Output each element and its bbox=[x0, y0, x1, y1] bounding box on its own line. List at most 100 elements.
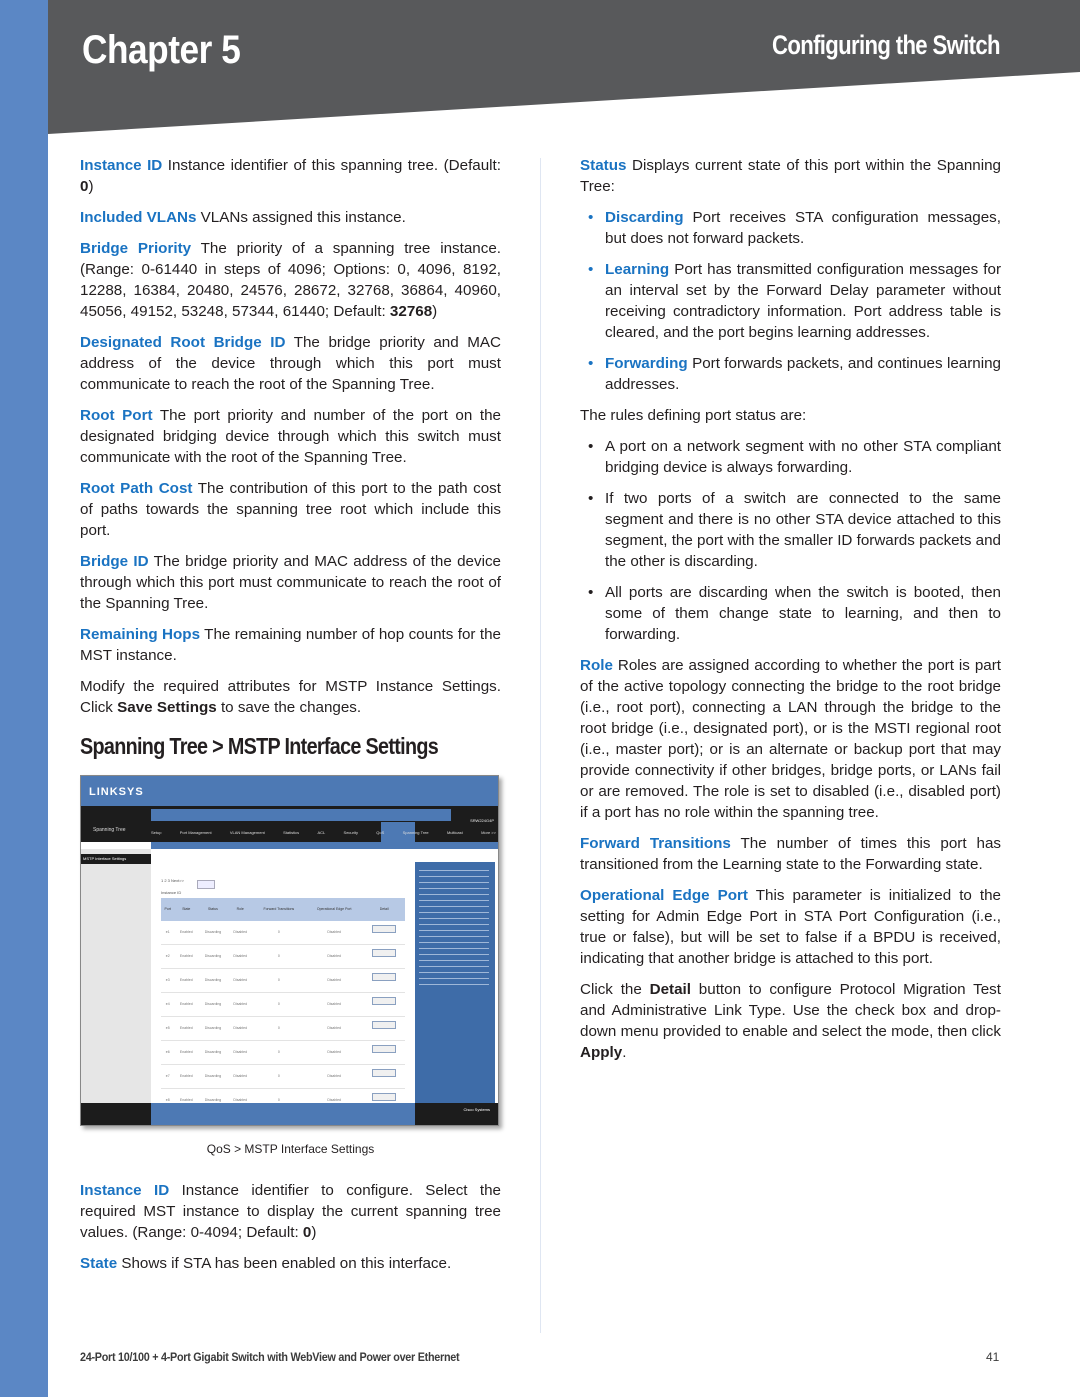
shot-col-role: Role bbox=[227, 898, 253, 921]
shot-tab-more: More >> bbox=[481, 830, 496, 835]
shot-cell: Disabled bbox=[227, 1040, 253, 1065]
shot-cell bbox=[363, 968, 405, 993]
shot-cell: e1 bbox=[161, 921, 175, 945]
shot-cell: 0 bbox=[252, 968, 305, 993]
shot-cell: Enabled bbox=[174, 1064, 199, 1089]
shot-cell: e4 bbox=[161, 992, 175, 1017]
shot-cell: Enabled bbox=[174, 921, 199, 945]
shot-cell: 0 bbox=[252, 1064, 305, 1089]
shot-subnav bbox=[151, 842, 498, 849]
mstp-interface-screenshot-figure: LINKSYSA Division of Cisco Systems, Inc.… bbox=[78, 773, 503, 1129]
shot-cell: Disabled bbox=[304, 992, 364, 1017]
shot-cell bbox=[363, 1040, 405, 1065]
help-text-line bbox=[419, 912, 489, 913]
shot-bottom-blue bbox=[151, 1103, 415, 1125]
shot-detail-button bbox=[372, 1069, 397, 1077]
shot-cell: Enabled bbox=[174, 1016, 199, 1041]
page-number: 41 bbox=[986, 1350, 1000, 1364]
term-label: Included VLANs bbox=[80, 209, 197, 226]
rule-item: • A port on a network segment with no oth… bbox=[580, 436, 1001, 478]
definition-instance-id: Instance ID Instance identifier to confi… bbox=[80, 1182, 502, 1241]
term-label: Role bbox=[580, 657, 613, 674]
status-list: • Discarding Port receives STA configurat… bbox=[580, 207, 1001, 395]
shot-col-forward-transitions: Forward Transitions bbox=[252, 898, 305, 921]
shot-detail-button bbox=[372, 925, 397, 933]
shot-sidebar-button: MSTP Interface Settings bbox=[81, 854, 151, 864]
help-text-line bbox=[419, 930, 489, 931]
shot-tabs: Setup Port Management VLAN Management Stati… bbox=[151, 825, 496, 840]
help-text-line bbox=[419, 936, 489, 937]
help-text-line bbox=[419, 900, 489, 901]
bullet-icon: • bbox=[588, 490, 594, 507]
shot-cell: Disabled bbox=[304, 944, 364, 969]
section-title: Configuring the Switch bbox=[772, 30, 1001, 60]
shot-cell: 0 bbox=[252, 921, 305, 945]
definition-included-vlans: Included VLANs VLANs assigned this insta… bbox=[80, 207, 501, 228]
default-value: 32768 bbox=[389, 303, 433, 320]
rule-text: If two ports of a switch are connected t… bbox=[605, 490, 1001, 570]
shot-table-row: e4 Enabled Discarding Disabled 0 Disabled bbox=[161, 992, 405, 1017]
definition-forward-transitions: Forward Transitions The number of times … bbox=[580, 833, 1001, 875]
shot-cell: Enabled bbox=[174, 944, 199, 969]
footer-product-name: 24-Port 10/100 + 4-Port Gigabit Switch w… bbox=[80, 1350, 460, 1364]
rules-intro: The rules defining port status are: bbox=[580, 407, 807, 424]
help-text-line bbox=[419, 894, 489, 895]
shot-tab-vlan-management: VLAN Management bbox=[229, 830, 265, 835]
definition-bridge-priority: Bridge Priority The priority of a spanni… bbox=[80, 240, 501, 320]
shot-tab-setup: Setup bbox=[151, 830, 162, 835]
shot-cell: Disabled bbox=[304, 1040, 364, 1065]
rules-list: • A port on a network segment with no oth… bbox=[580, 436, 1001, 645]
shot-cell: 0 bbox=[252, 1040, 305, 1065]
term-label: Root Port bbox=[80, 407, 153, 424]
embedded-screenshot: LINKSYSA Division of Cisco Systems, Inc.… bbox=[80, 775, 499, 1126]
shot-table-row: e5 Enabled Discarding Disabled 0 Disabled bbox=[161, 1016, 405, 1041]
shot-cell: e3 bbox=[161, 968, 175, 993]
shot-table-row: e3 Enabled Discarding Disabled 0 Disabled bbox=[161, 968, 405, 993]
definition-state: State Shows if STA has been enabled on t… bbox=[80, 1253, 501, 1274]
shot-cell: Disabled bbox=[227, 921, 253, 945]
shot-detail-button bbox=[372, 997, 397, 1005]
shot-cell: Disabled bbox=[227, 1064, 253, 1089]
help-text-line bbox=[419, 888, 489, 889]
term-label: Learning bbox=[605, 261, 670, 278]
shot-cell: Discarding bbox=[198, 1016, 228, 1041]
help-text-line bbox=[419, 924, 489, 925]
shot-sidebar bbox=[81, 849, 151, 1103]
shot-cell: Discarding bbox=[198, 1064, 228, 1089]
save-settings-label: Save Settings bbox=[117, 699, 217, 716]
bullet-icon: • bbox=[588, 355, 594, 372]
term-description: VLANs assigned this instance. bbox=[196, 209, 406, 226]
shot-cell: e6 bbox=[161, 1040, 175, 1065]
shot-detail-button bbox=[372, 1021, 397, 1029]
definition-root-path-cost: Root Path Cost The contribution of this … bbox=[80, 478, 501, 541]
bullet-icon: • bbox=[588, 584, 594, 601]
detail-note: Click the Detail button to configure Pro… bbox=[580, 981, 1001, 1061]
help-text-line bbox=[419, 942, 489, 943]
shot-cell: 0 bbox=[252, 944, 305, 969]
shot-cell: 0 bbox=[252, 992, 305, 1017]
status-item-discarding: • Discarding Port receives STA configurat… bbox=[580, 207, 1001, 249]
shot-cell: 0 bbox=[252, 1016, 305, 1041]
left-accent-bar bbox=[0, 0, 48, 1397]
help-text-line bbox=[419, 918, 489, 919]
help-text-line bbox=[419, 984, 489, 985]
rule-text: All ports are discarding when the switch… bbox=[605, 584, 1001, 643]
right-definitions: Role Roles are assigned according to whe… bbox=[580, 655, 1001, 969]
term-label: Forward Transitions bbox=[580, 835, 731, 852]
apply-button-label: Apply bbox=[580, 1044, 623, 1061]
term-description: Instance identifier of this spanning tre… bbox=[162, 157, 501, 174]
shot-cell: Disabled bbox=[304, 1064, 364, 1089]
shot-tab-security: Security bbox=[343, 830, 358, 835]
term-label: Designated Root Bridge ID bbox=[80, 334, 286, 351]
definition-designated-root-bridge-id: Designated Root Bridge ID The bridge pri… bbox=[80, 332, 501, 395]
column-divider bbox=[540, 158, 541, 1333]
help-text-line bbox=[419, 876, 489, 877]
shot-table-row: e6 Enabled Discarding Disabled 0 Disabled bbox=[161, 1040, 405, 1065]
term-label: Bridge Priority bbox=[80, 240, 192, 257]
shot-cell: Enabled bbox=[174, 992, 199, 1017]
status-description: Displays current state of this port with… bbox=[580, 157, 1001, 195]
help-text-line bbox=[419, 954, 489, 955]
shot-tab-qos: QoS bbox=[376, 830, 385, 835]
shot-tab-acl: ACL bbox=[317, 830, 326, 835]
shot-col-status: Status bbox=[198, 898, 228, 921]
